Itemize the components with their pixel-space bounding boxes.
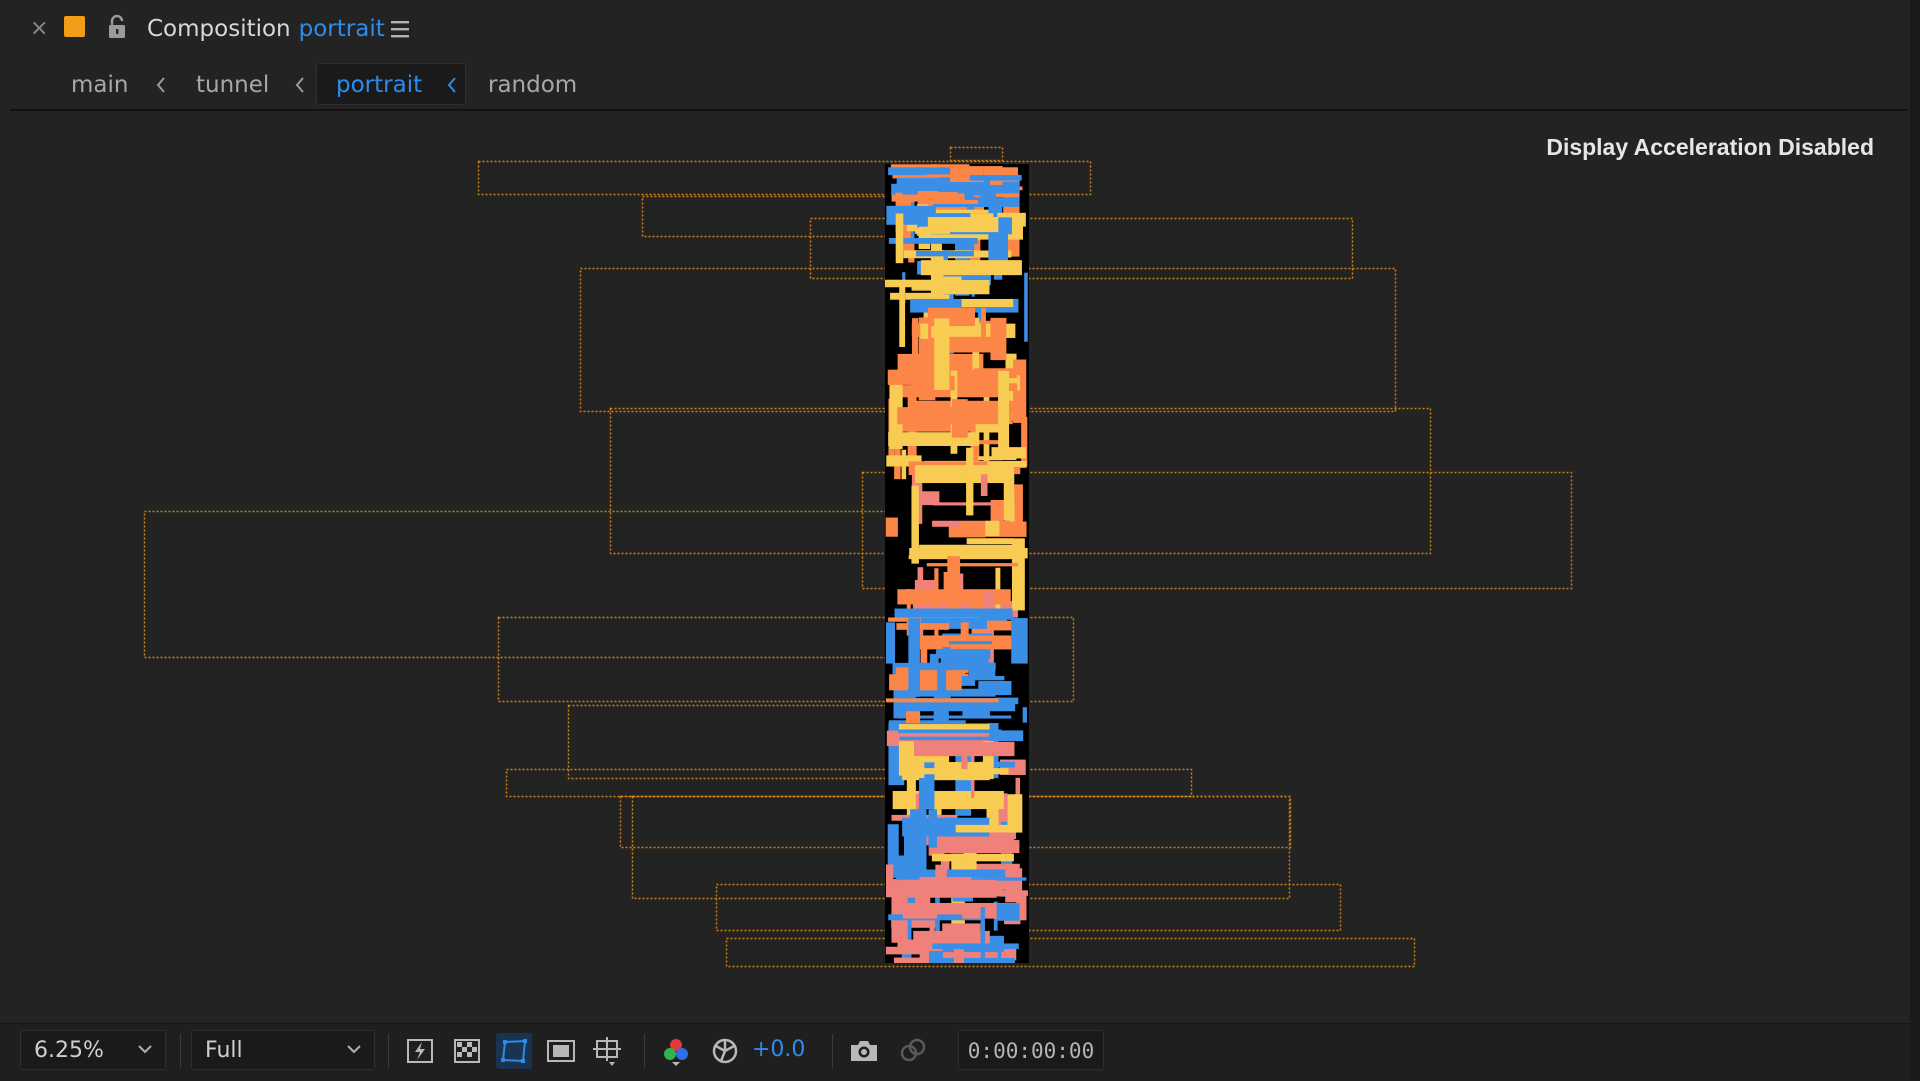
chevron-left-icon (447, 77, 456, 93)
composition-navigator: main tunnel portrait random (0, 60, 1920, 110)
toolbar-separator (832, 1034, 833, 1068)
panel-right-edge (1910, 0, 1920, 1080)
composition-shape (937, 914, 963, 920)
transparency-grid-icon[interactable] (449, 1033, 485, 1069)
composition-shape (898, 729, 1002, 734)
composition-shape (912, 662, 996, 671)
magnification-value: 6.25% (34, 1038, 104, 1063)
composition-shape (912, 318, 919, 357)
composition-shape (920, 323, 929, 339)
mask-path-visibility-icon[interactable] (496, 1033, 532, 1069)
breadcrumb-tunnel[interactable]: tunnel (196, 67, 269, 103)
composition-shape (889, 674, 962, 691)
composition-viewer[interactable]: Display Acceleration Disabled (10, 111, 1908, 1023)
composition-shape (885, 622, 896, 664)
chevron-down-icon (138, 1045, 152, 1054)
composition-shape (896, 623, 950, 630)
close-icon[interactable]: × (30, 14, 48, 44)
composition-shape (966, 538, 1014, 545)
composition-shape (1021, 416, 1028, 467)
composition-shape (901, 449, 907, 480)
composition-shape (934, 280, 990, 295)
composition-shape (932, 502, 995, 506)
composition-shape (980, 474, 988, 496)
composition-shape (934, 840, 1020, 854)
panel-header: × Composition portrait (0, 0, 1920, 58)
composition-shape (909, 547, 1028, 559)
composition-shape (996, 903, 1020, 921)
breadcrumb-portrait[interactable]: portrait (336, 67, 422, 103)
composition-shape (895, 213, 904, 264)
composition-shape (1012, 881, 1017, 899)
composition-shape (899, 736, 1004, 741)
viewer-toolbar: 6.25% Full +0.0 0:00:00:00 (0, 1023, 1920, 1081)
color-channels-icon[interactable] (658, 1033, 694, 1069)
composition-shape (1022, 707, 1027, 723)
show-snapshot-icon[interactable] (895, 1033, 931, 1069)
snapshot-camera-icon[interactable] (846, 1033, 882, 1069)
always-preview-icon[interactable] (402, 1033, 438, 1069)
composition-shape (885, 517, 898, 537)
region-of-interest-icon[interactable] (543, 1033, 579, 1069)
composition-shape (920, 260, 1022, 276)
composition-shape (885, 698, 999, 703)
composition-shape (961, 298, 1014, 308)
guides-grid-icon[interactable] (589, 1033, 625, 1069)
composition-shape (978, 681, 1012, 696)
composition-shape (932, 943, 1019, 950)
composition-shape (896, 879, 997, 898)
composition-shape (974, 368, 1017, 379)
lock-icon[interactable] (106, 14, 128, 40)
composition-shape (899, 282, 906, 347)
composition-shape (916, 250, 974, 257)
composition-frame[interactable] (10, 111, 1908, 1023)
composition-shape (897, 407, 1013, 425)
toolbar-separator (644, 1034, 645, 1068)
composition-shape (926, 563, 1019, 567)
breadcrumb-random[interactable]: random (488, 67, 577, 103)
composition-shape (961, 752, 968, 770)
composition-shape (934, 318, 950, 390)
composition-shape (978, 456, 1017, 461)
composition-shape (955, 824, 1015, 833)
composition-shape (1024, 272, 1028, 342)
magnification-dropdown[interactable]: 6.25% (20, 1030, 166, 1070)
resolution-value: Full (205, 1038, 243, 1063)
toolbar-separator (180, 1034, 181, 1068)
panel-title-prefix: Composition (147, 16, 291, 42)
panel-title: Composition portrait (147, 12, 385, 46)
current-time-display[interactable]: 0:00:00:00 (958, 1030, 1104, 1070)
composition-shape (911, 485, 919, 564)
composition-shape (980, 907, 985, 963)
resolution-dropdown[interactable]: Full (191, 1030, 375, 1070)
composition-shape (908, 618, 920, 697)
composition-shape (932, 957, 1015, 963)
chevron-left-icon (156, 77, 165, 93)
composition-shape (953, 947, 964, 963)
composition-shape (936, 649, 991, 659)
composition-shape (948, 641, 992, 645)
composition-shape (987, 461, 1015, 475)
composition-shape (890, 292, 935, 300)
toolbar-separator (388, 1034, 389, 1068)
reset-exposure-icon[interactable] (707, 1033, 743, 1069)
composition-shape (998, 370, 1010, 451)
breadcrumb-main[interactable]: main (71, 67, 128, 103)
composition-shape (969, 175, 1022, 181)
composition-shape (966, 447, 974, 516)
chevron-left-icon (295, 77, 304, 93)
composition-label-color-swatch[interactable] (64, 16, 85, 37)
composition-name[interactable]: portrait (299, 16, 385, 42)
chevron-down-icon (347, 1045, 361, 1054)
display-acceleration-status: Display Acceleration Disabled (1546, 134, 1874, 160)
hamburger-menu-icon[interactable] (389, 18, 411, 40)
composition-shape (981, 307, 986, 340)
exposure-value[interactable]: +0.0 (752, 1032, 805, 1068)
composition-shape (985, 520, 1000, 536)
composition-shape (1011, 618, 1028, 664)
composition-shape (943, 571, 960, 604)
composition-shape (931, 853, 1014, 862)
composition-shape (915, 228, 950, 234)
